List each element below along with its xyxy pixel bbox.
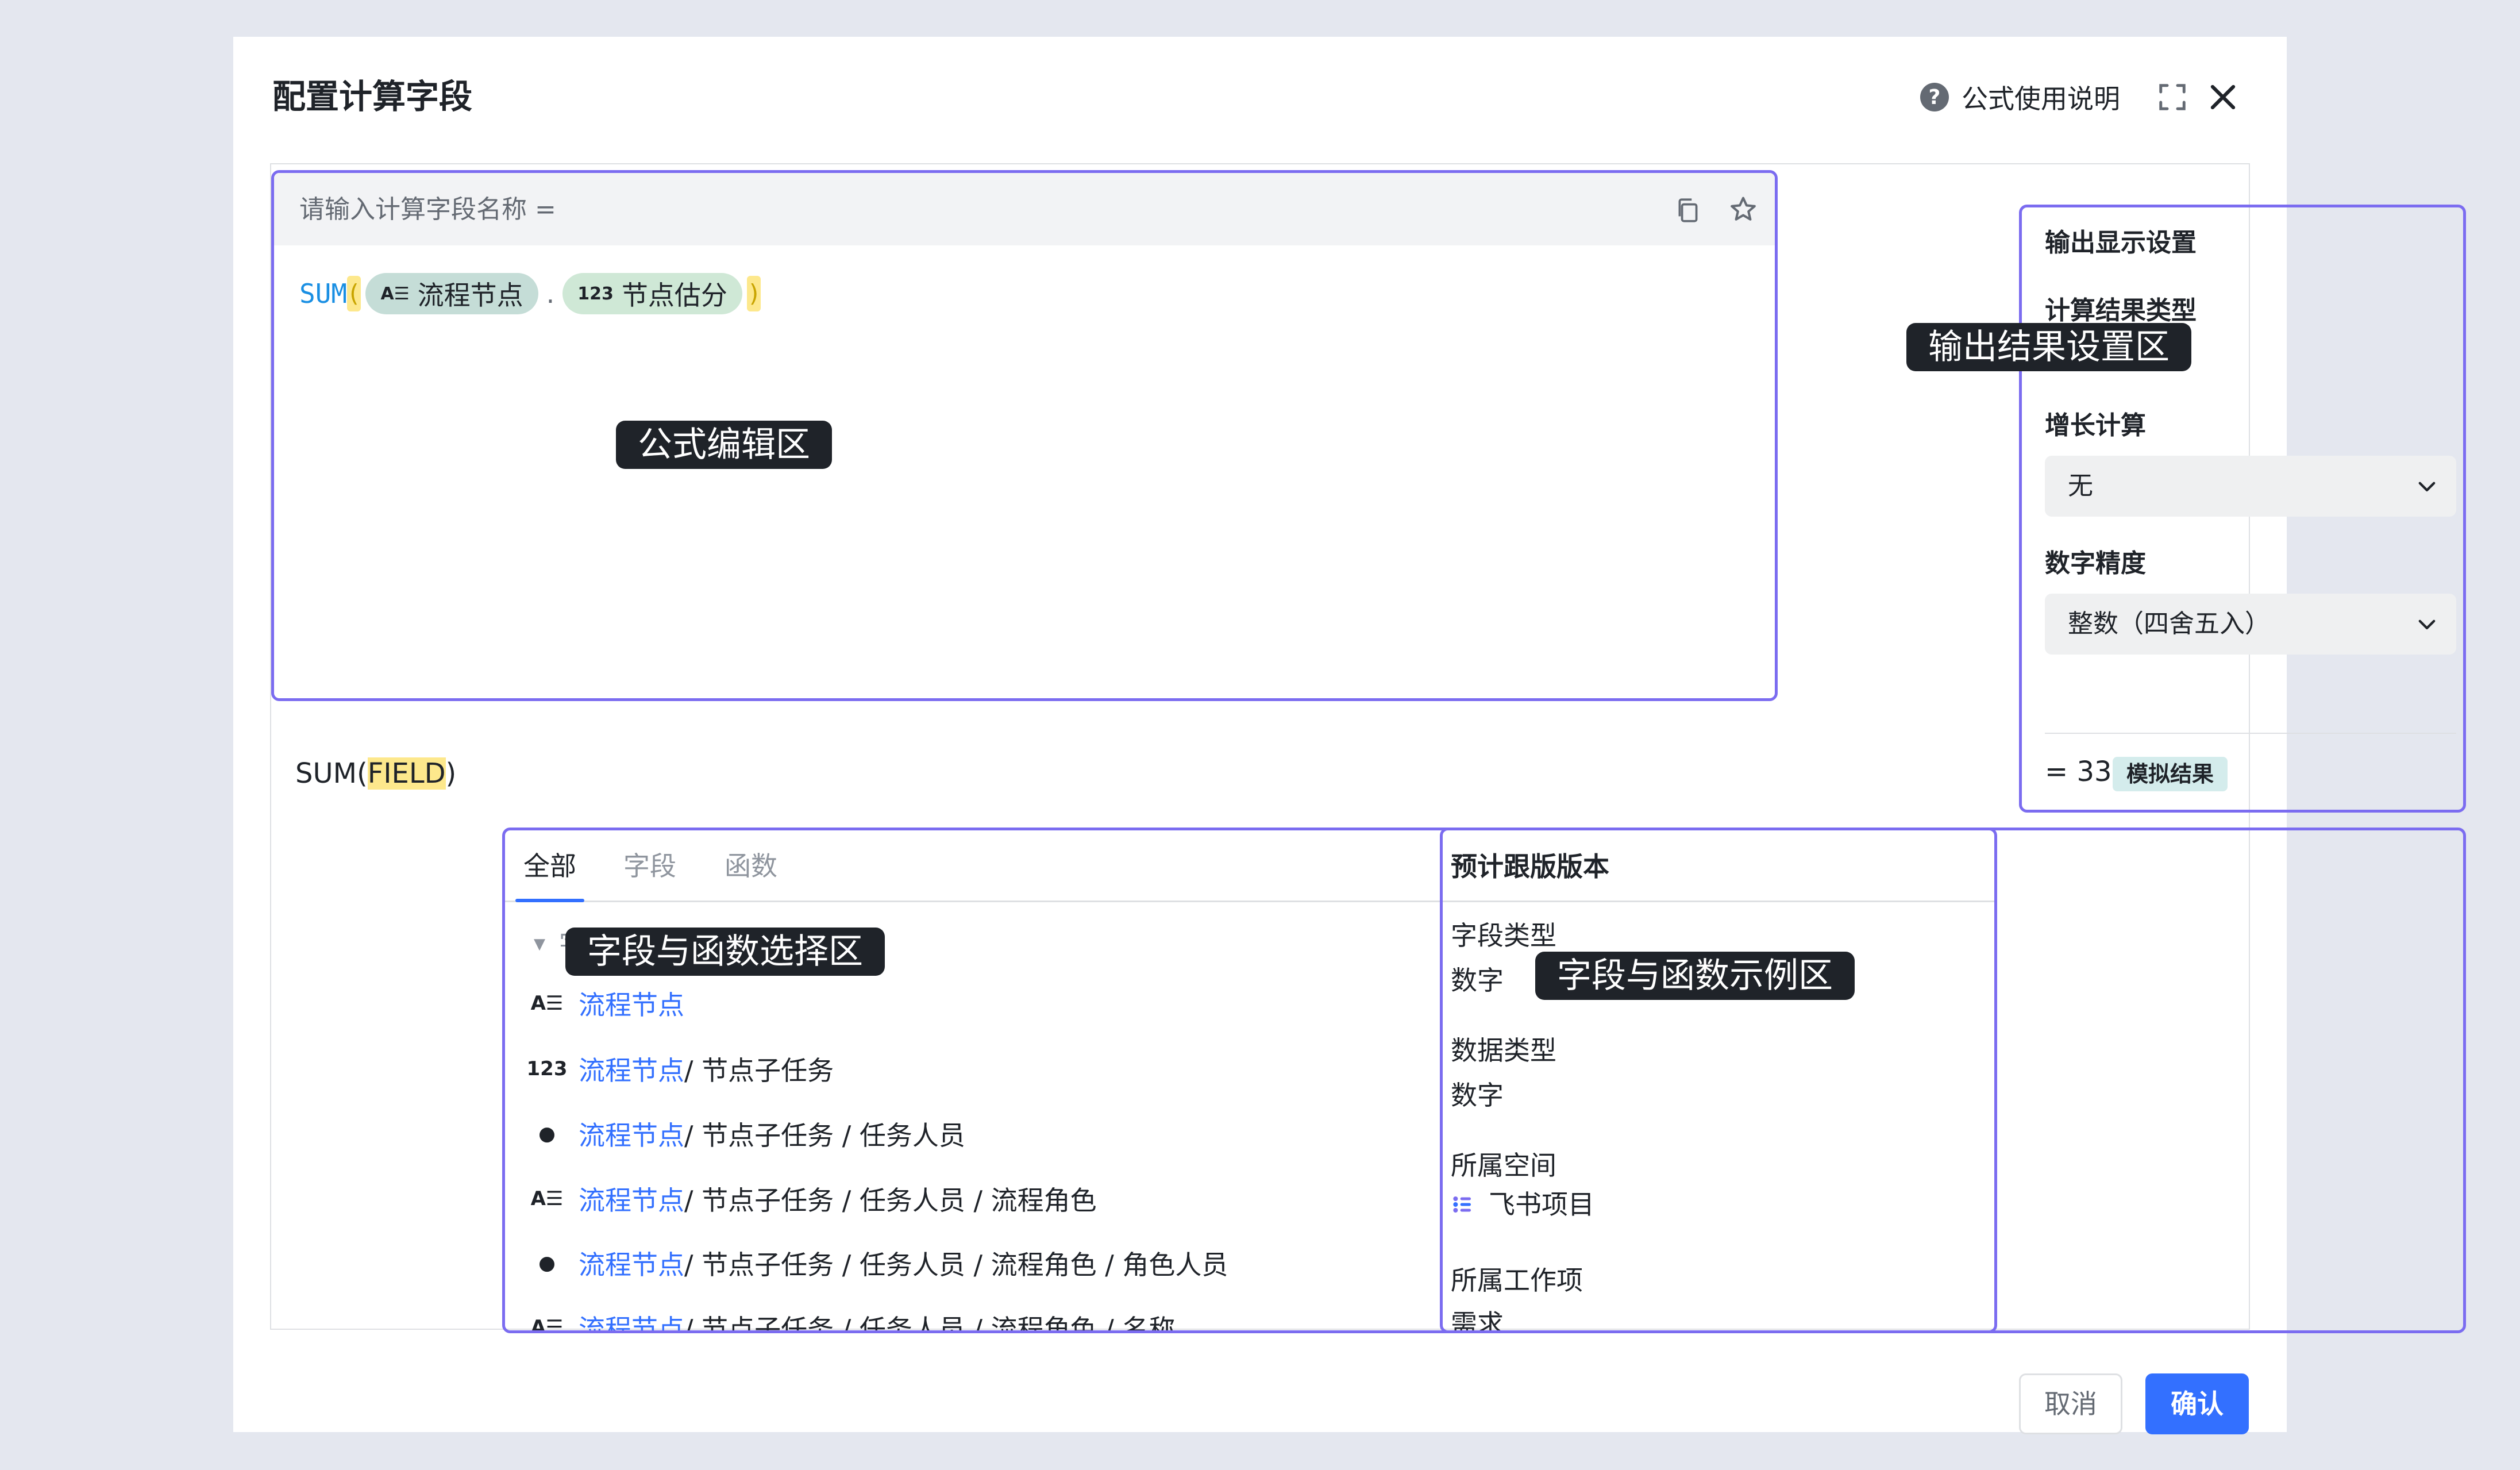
field-chip-node-estimate[interactable]: 123 节点估分	[562, 273, 742, 314]
growth-label: 增长计算	[2045, 411, 2146, 440]
formula-help-link[interactable]: ? 公式使用说明	[1920, 77, 2120, 117]
hint-field: FIELD	[367, 757, 446, 790]
space-name: 飞书项目	[1489, 1189, 1594, 1220]
chip-label: 节点估分	[621, 280, 727, 311]
tab-all[interactable]: 全部	[523, 848, 576, 884]
field-link[interactable]: 流程节点	[579, 1180, 684, 1218]
precision-value: 整数（四舍五入）	[2068, 609, 2270, 638]
growth-value: 无	[2068, 471, 2093, 501]
space-value: 飞书项目	[1451, 1186, 1594, 1223]
field-link[interactable]: 流程节点	[579, 1115, 684, 1153]
field-chip-process-node[interactable]: A☰ 流程节点	[365, 273, 538, 314]
close-icon[interactable]	[2205, 79, 2241, 115]
text-field-icon: A☰	[530, 1316, 564, 1333]
formula-expression[interactable]: SUM ( A☰ 流程节点 . 123 节点估分 )	[299, 272, 761, 315]
format-icon[interactable]	[1728, 195, 1759, 226]
project-space-icon	[1453, 1196, 1471, 1213]
person-field-icon: ●	[538, 1122, 556, 1145]
precision-label: 数字精度	[2045, 549, 2146, 578]
text-field-icon: A☰	[530, 992, 564, 1015]
number-field-icon: 123	[526, 1057, 568, 1080]
list-item[interactable]: A☰ 流程节点	[530, 983, 684, 1023]
fullscreen-icon[interactable]	[2157, 82, 2188, 113]
dot-operator: .	[546, 278, 555, 309]
formula-help-label: 公式使用说明	[1962, 83, 2120, 114]
chevron-down-icon	[2418, 482, 2436, 492]
example-title: 预计跟版版本	[1451, 851, 1609, 882]
output-settings-panel: 输出显示设置 计算结果类型 数字 增长计算 无 数字精度 整数（四舍五入） = …	[2019, 205, 2466, 813]
dialog-title: 配置计算字段	[272, 77, 473, 116]
text-field-icon: A☰	[380, 283, 410, 304]
number-field-icon: 123	[577, 283, 614, 304]
tab-fields[interactable]: 字段	[623, 848, 676, 884]
field-link[interactable]: 流程节点	[579, 1050, 684, 1088]
paren-open: (	[347, 276, 361, 311]
question-icon: ?	[1920, 83, 1949, 111]
selector-area-label: 字段与函数选择区	[565, 928, 885, 976]
field-link[interactable]: 流程节点	[579, 1309, 684, 1330]
list-item[interactable]: ● 流程节点 / 节点子任务 / 任务人员 / 流程角色 / 角色人员	[533, 1243, 1228, 1283]
text-field-icon: A☰	[530, 1187, 564, 1210]
tab-functions[interactable]: 函数	[725, 848, 777, 884]
copy-icon[interactable]	[1674, 196, 1702, 225]
growth-select[interactable]: 无	[2045, 456, 2456, 517]
formula-editor[interactable]: 请输入计算字段名称 = SUM ( A☰ 流程节点 . 123 节点估分 )	[271, 170, 1778, 701]
list-item[interactable]: A☰ 流程节点 / 节点子任务 / 任务人员 / 流程角色 / 名称	[530, 1307, 1176, 1333]
workitem-label: 所属工作项	[1451, 1265, 1583, 1296]
formula-function: SUM	[299, 278, 348, 309]
chevron-down-icon	[2418, 619, 2436, 630]
data-type-label: 数据类型	[1451, 1035, 1556, 1066]
list-item[interactable]: A☰ 流程节点 / 节点子任务 / 任务人员 / 流程角色	[530, 1179, 1097, 1219]
confirm-button[interactable]: 确认	[2145, 1373, 2249, 1434]
simulated-value: = 33	[2045, 756, 2112, 788]
field-link[interactable]: 流程节点	[579, 1244, 684, 1282]
chip-label: 流程节点	[417, 280, 523, 311]
precision-select[interactable]: 整数（四舍五入）	[2045, 594, 2456, 655]
paren-close: )	[746, 276, 761, 311]
formula-hint: SUM(FIELD)	[295, 757, 457, 790]
space-label: 所属空间	[1451, 1150, 1556, 1181]
divider	[2045, 733, 2456, 734]
field-type-value: 数字	[1451, 965, 1504, 996]
list-item[interactable]: ● 流程节点 / 节点子任务 / 任务人员	[533, 1114, 965, 1154]
collapse-triangle-icon: ▼	[534, 936, 545, 953]
workitem-value: 需求	[1451, 1309, 1504, 1333]
output-settings-title: 输出显示设置	[2045, 228, 2197, 257]
data-type-value: 数字	[1451, 1080, 1504, 1111]
field-type-label: 字段类型	[1451, 920, 1556, 951]
calc-field-dialog: 配置计算字段 ? 公式使用说明 请输入计算字段名称 = SUM ( A☰ 流程节	[233, 37, 2466, 1434]
person-field-icon: ●	[538, 1252, 556, 1275]
active-tab-indicator	[515, 899, 584, 902]
cancel-button[interactable]: 取消	[2019, 1373, 2122, 1434]
field-name-input[interactable]: 请输入计算字段名称 =	[299, 193, 556, 227]
field-link[interactable]: 流程节点	[579, 984, 684, 1022]
list-item[interactable]: 123 流程节点 / 节点子任务	[526, 1049, 834, 1089]
simulated-badge: 模拟结果	[2113, 757, 2228, 791]
example-area-label: 字段与函数示例区	[1535, 952, 1855, 1000]
editor-area-label: 公式编辑区	[616, 421, 832, 469]
editor-header: 请输入计算字段名称 =	[274, 173, 1775, 245]
output-area-label: 输出结果设置区	[1906, 323, 2191, 371]
field-function-example: 预计跟版版本 字段类型 数字 数据类型 数字 所属空间 飞书项目 所属工作项 需…	[1440, 828, 2466, 1333]
